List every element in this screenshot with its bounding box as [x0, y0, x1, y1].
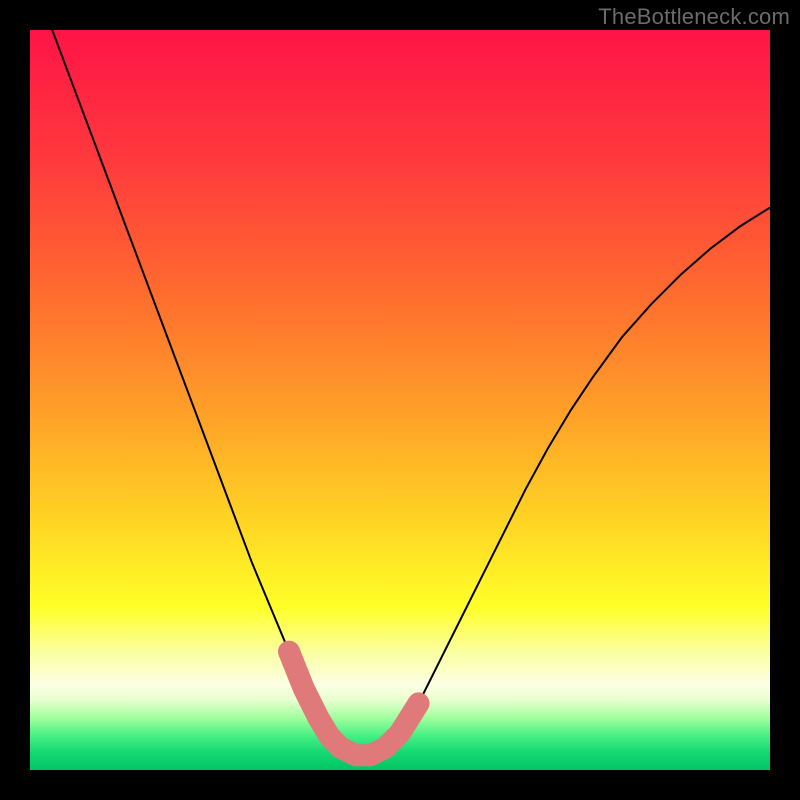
chart-frame: TheBottleneck.com [0, 0, 800, 800]
bottleneck-chart [0, 0, 800, 800]
watermark-text: TheBottleneck.com [598, 4, 790, 30]
plot-background [30, 30, 770, 770]
